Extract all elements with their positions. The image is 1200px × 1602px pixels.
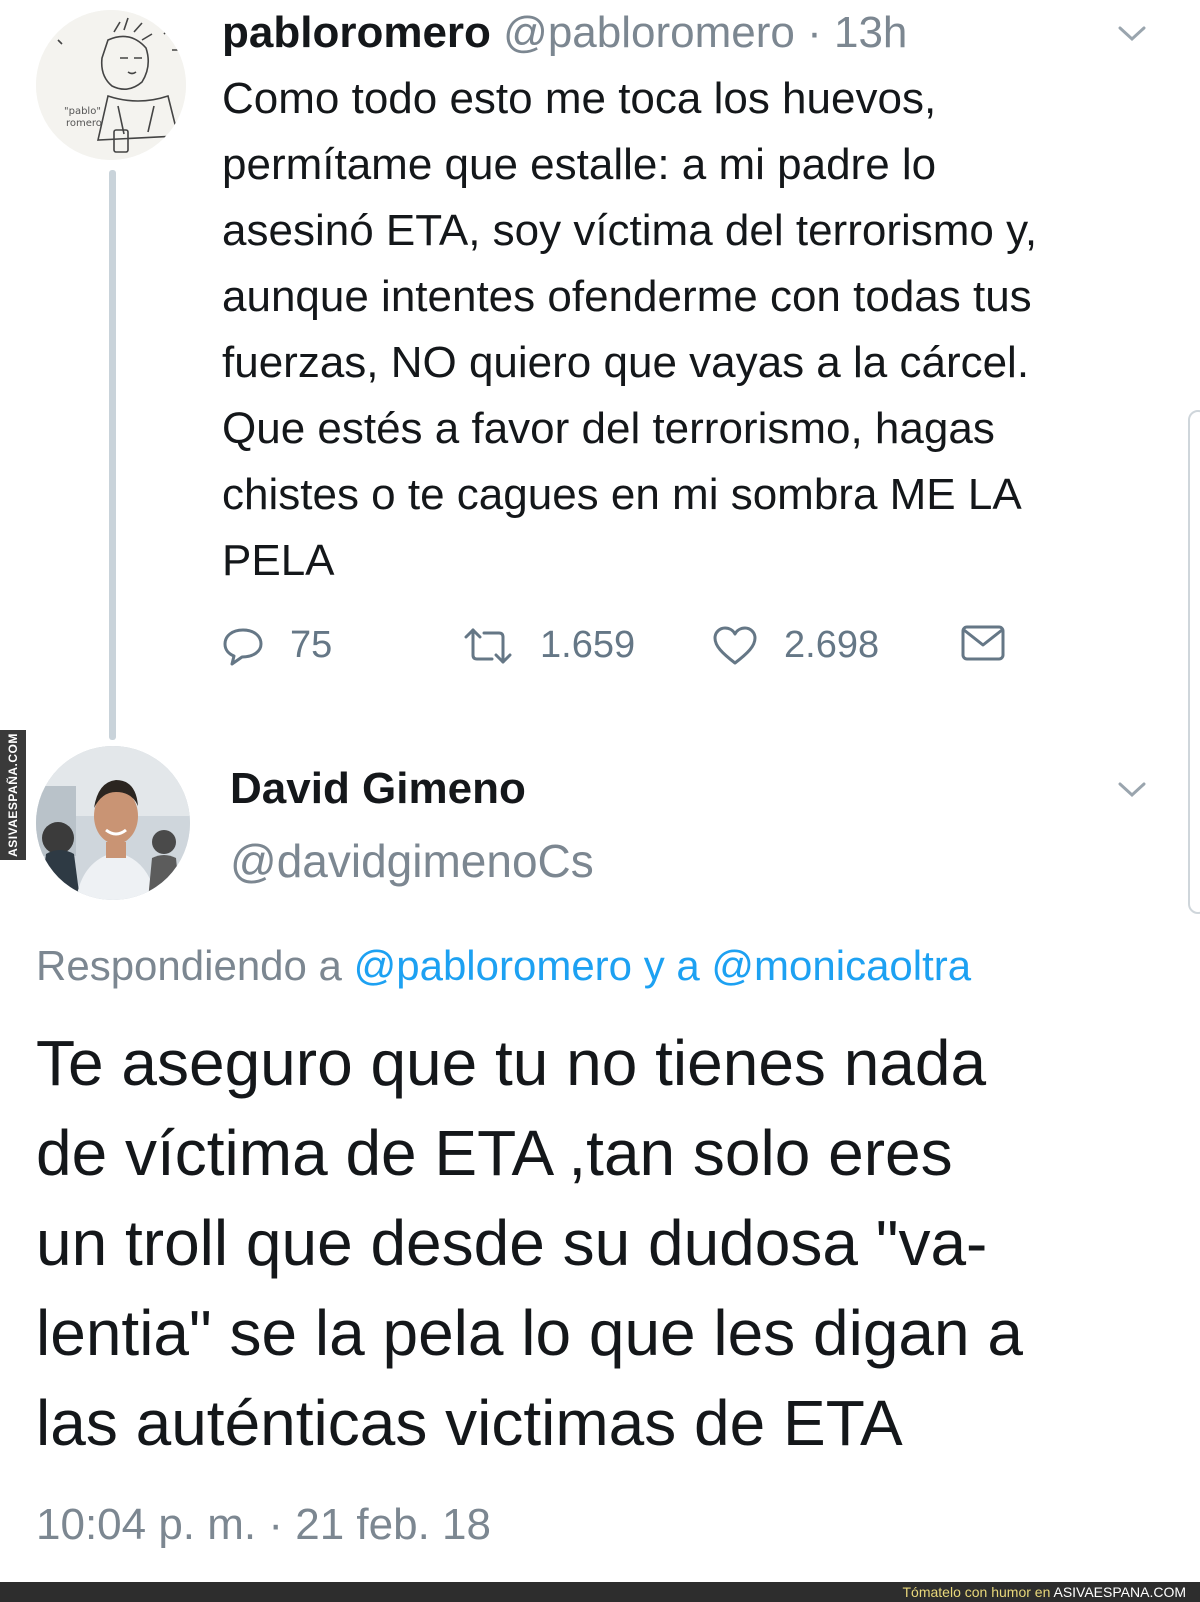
avatar-caption-line1: "pablo" xyxy=(64,106,101,117)
avatar-sketch: "pablo" romero xyxy=(36,10,186,160)
chevron-down-icon[interactable] xyxy=(1118,26,1146,42)
direct-message-button[interactable] xyxy=(960,624,1032,662)
tweet1-separator: · xyxy=(807,8,822,57)
like-count: 2.698 xyxy=(784,624,880,666)
avatar[interactable] xyxy=(36,746,190,900)
mention-link[interactable]: @monicaoltra xyxy=(711,942,971,989)
like-button[interactable]: 2.698 xyxy=(712,624,879,667)
footer-bar: Tómatelo con humor en ASIVAESPANA.COM xyxy=(0,1582,1200,1602)
tweet1-header: pabloromero @pabloromero · 13h xyxy=(222,8,907,58)
retweet-button[interactable]: 1.659 xyxy=(462,624,635,667)
message-icon xyxy=(961,625,1005,661)
chevron-down-icon[interactable] xyxy=(1118,782,1146,798)
replying-to-label: Respondiendo a xyxy=(36,942,342,989)
tweet1-author-name[interactable]: pabloromero xyxy=(222,8,491,57)
thread-connector xyxy=(109,170,116,740)
retweet-count: 1.659 xyxy=(540,624,636,666)
footer-text: Tómatelo con humor en ASIVAESPANA.COM xyxy=(903,1584,1187,1600)
tweet1-time[interactable]: 13h xyxy=(834,8,907,57)
tweet2-text: Te aseguro que tu no tienes nada de víct… xyxy=(36,1027,1023,1459)
tweet1-text: Como todo esto me toca los huevos, permí… xyxy=(222,74,1038,585)
reply-button[interactable]: 75 xyxy=(222,624,332,667)
avatar-photo xyxy=(36,746,190,900)
replying-to: Respondiendo a @pabloromero y a @monicao… xyxy=(36,942,971,990)
footer-brand-link[interactable]: ASIVAESPANA.COM xyxy=(1053,1584,1186,1600)
like-icon xyxy=(713,626,757,664)
reply-count: 75 xyxy=(290,624,333,666)
footer-prefix: Tómatelo con humor en xyxy=(902,1584,1051,1600)
replying-to-conjunction: y a xyxy=(643,942,700,989)
mention-link[interactable]: @pabloromero xyxy=(354,942,632,989)
tweet2-author-name[interactable]: David Gimeno xyxy=(230,764,526,814)
avatar[interactable]: "pablo" romero xyxy=(36,10,186,160)
avatar-caption-line2: romero xyxy=(66,118,102,129)
tweet2-timestamp[interactable]: 10:04 p. m. · 21 feb. 18 xyxy=(36,1500,491,1550)
reply-icon xyxy=(223,628,263,665)
tweet1-author-handle[interactable]: @pabloromero xyxy=(503,8,795,57)
side-watermark-text: ASIVAESPAÑA.COM xyxy=(6,733,21,857)
scrollbar[interactable] xyxy=(1188,410,1200,914)
tweet2-author-handle[interactable]: @davidgimenoCs xyxy=(230,834,594,888)
side-watermark: ASIVAESPAÑA.COM xyxy=(0,730,26,860)
retweet-icon xyxy=(464,628,512,663)
